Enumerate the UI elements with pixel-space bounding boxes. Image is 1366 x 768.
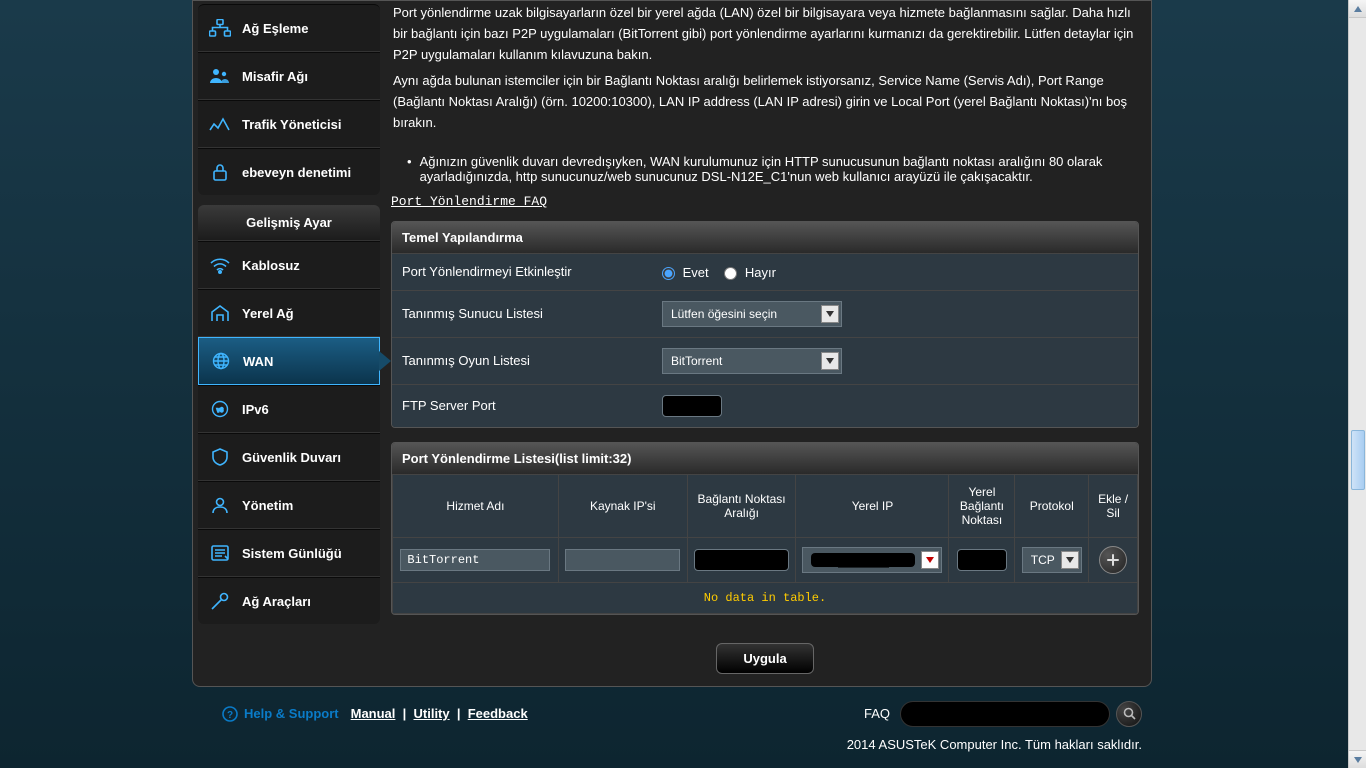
port-forwarding-faq-link[interactable]: Port Yönlendirme FAQ [391,194,547,209]
col-add-del: Ekle / Sil [1089,474,1138,537]
sidebar-item-guest-network[interactable]: Misafir Ağı [198,52,380,100]
syslog-icon [208,543,232,563]
ftp-port-input[interactable] [662,395,722,417]
gamelist-select[interactable]: BitTorrent [662,348,842,374]
service-input[interactable] [400,549,550,571]
enable-no-option[interactable]: Hayır [724,265,776,280]
svg-text:?: ? [227,710,233,721]
serverlist-label: Tanınmış Sunucu Listesi [392,290,652,337]
sidebar-item-traffic-manager[interactable]: Trafik Yöneticisi [198,100,380,148]
sidebar-label: IPv6 [242,402,269,417]
sidebar-label: Yönetim [242,498,293,513]
pf-list-panel: Port Yönlendirme Listesi(list limit:32) … [391,442,1139,615]
basic-config-panel: Temel Yapılandırma Port Yönlendirmeyi Et… [391,221,1139,428]
basic-config-title: Temel Yapılandırma [392,222,1138,253]
scroll-down-icon[interactable] [1349,750,1366,768]
ipv6-icon: v6 [208,399,232,419]
sidebar-item-ipv6[interactable]: v6 IPv6 [198,385,380,433]
local-port-input[interactable] [957,549,1007,571]
sidebar-label: Güvenlik Duvarı [242,450,341,465]
svg-text:v6: v6 [217,408,224,414]
firewall-icon [208,447,232,467]
sidebar-item-wan[interactable]: WAN [198,337,380,385]
sidebar-item-wireless[interactable]: Kablosuz [198,241,380,289]
scrollbar-thumb[interactable] [1351,430,1365,490]
search-button[interactable] [1116,701,1142,727]
scroll-up-icon[interactable] [1349,0,1366,18]
sidebar-label: ebeveyn denetimi [242,165,351,180]
enable-yes-radio[interactable] [662,267,675,280]
col-local-port: Yerel Bağlantı Noktası [949,474,1015,537]
footer: ? Help & Support Manual | Utility | Feed… [222,701,1142,727]
sidebar-label: Kablosuz [242,258,300,273]
gamelist-label: Tanınmış Oyun Listesi [392,337,652,384]
help-support-link[interactable]: ? Help & Support [222,706,339,722]
ftp-label: FTP Server Port [392,384,652,427]
enable-label: Port Yönlendirmeyi Etkinleştir [392,253,652,290]
traffic-manager-icon [208,114,232,134]
intro-p2: Aynı ağda bulunan istemciler için bir Ba… [393,71,1137,133]
sidebar-item-firewall[interactable]: Güvenlik Duvarı [198,433,380,481]
enable-no-radio[interactable] [724,267,737,280]
utility-link[interactable]: Utility [414,706,450,721]
lan-icon [208,303,232,323]
nettools-icon [208,591,232,611]
intro-bullet: • Ağınızın güvenlik duvarı devredışıyken… [391,150,1139,188]
sidebar-item-lan[interactable]: Yerel Ağ [198,289,380,337]
port-range-input[interactable] [694,549,789,571]
sidebar-label: WAN [243,354,273,369]
parental-controls-icon [208,162,232,182]
main-container: Ağ Eşleme Misafir Ağı Trafik Yöneticisi … [192,0,1152,687]
no-data-message: No data in table. [393,582,1138,613]
chevron-down-icon [821,352,839,370]
protocol-select[interactable]: TCP [1022,547,1082,573]
browser-scrollbar[interactable] [1348,0,1366,768]
sidebar-section-title: Gelişmiş Ayar [198,205,380,241]
intro-text: Port yönlendirme uzak bilgisayarların öz… [391,1,1139,150]
sidebar-label: Yerel Ağ [242,306,294,321]
sidebar-label: Sistem Günlüğü [242,546,342,561]
wireless-icon [208,255,232,275]
sidebar-item-parental-controls[interactable]: ebeveyn denetimi [198,148,380,195]
sidebar-label: Ağ Araçları [242,594,311,609]
sidebar-item-syslog[interactable]: Sistem Günlüğü [198,529,380,577]
pf-input-row: ██████ TCP [393,537,1138,582]
content-area: Port yönlendirme uzak bilgisayarların öz… [385,1,1151,676]
source-ip-input[interactable] [565,549,680,571]
sidebar-label: Ağ Eşleme [242,21,308,36]
wan-icon [209,351,233,371]
network-map-icon [208,18,232,38]
guest-network-icon [208,66,232,86]
feedback-link[interactable]: Feedback [468,706,528,721]
pf-list-title: Port Yönlendirme Listesi(list limit:32) [392,443,1138,474]
intro-p1: Port yönlendirme uzak bilgisayarların öz… [393,3,1137,65]
col-protocol: Protokol [1015,474,1089,537]
sidebar-label: Misafir Ağı [242,69,308,84]
search-input[interactable] [900,701,1110,727]
chevron-down-icon [921,551,939,569]
copyright-text: 2014 ASUSTeK Computer Inc. Tüm hakları s… [222,733,1142,762]
sidebar: Ağ Eşleme Misafir Ağı Trafik Yöneticisi … [193,1,385,676]
local-ip-select[interactable]: ██████ [802,547,942,573]
footer-faq-link[interactable]: FAQ [864,706,890,721]
chevron-down-icon [821,305,839,323]
col-source-ip: Kaynak IP'si [558,474,687,537]
sidebar-item-nettools[interactable]: Ağ Araçları [198,577,380,624]
sidebar-label: Trafik Yöneticisi [242,117,341,132]
chevron-down-icon [1061,551,1079,569]
apply-row: Uygula [391,629,1139,676]
sidebar-item-network-map[interactable]: Ağ Eşleme [198,4,380,52]
enable-yes-option[interactable]: Evet [662,265,712,280]
apply-button[interactable]: Uygula [716,643,813,674]
sidebar-item-admin[interactable]: Yönetim [198,481,380,529]
footer-links: Manual | Utility | Feedback [351,706,528,721]
col-local-ip: Yerel IP [796,474,949,537]
col-port-range: Bağlantı Noktası Aralığı [687,474,796,537]
manual-link[interactable]: Manual [351,706,396,721]
add-row-button[interactable] [1099,546,1127,574]
admin-icon [208,495,232,515]
serverlist-select[interactable]: Lütfen öğesini seçin [662,301,842,327]
col-service: Hizmet Adı [393,474,559,537]
